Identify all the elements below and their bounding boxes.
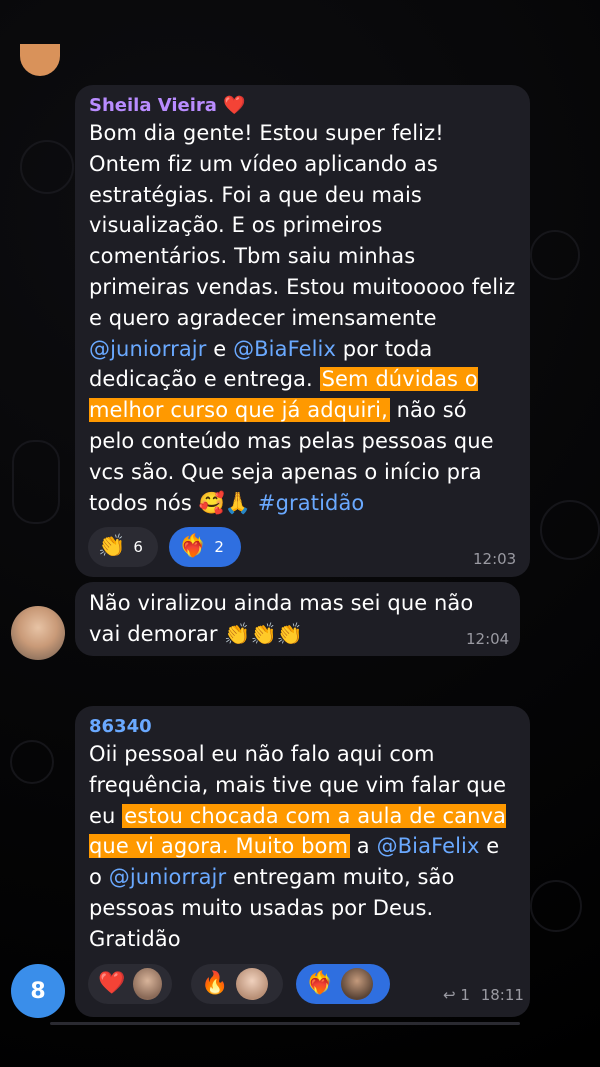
- reply-arrow-icon: ↩︎: [443, 986, 456, 1004]
- reaction-fire[interactable]: 🔥: [191, 964, 283, 1004]
- wallpaper-doodle: [20, 140, 74, 194]
- heart-on-fire-icon: ❤️‍🔥: [306, 971, 334, 996]
- reply-count: 1: [460, 986, 470, 1004]
- reaction-clap[interactable]: 👏 6: [88, 527, 158, 567]
- reaction-heart-fire[interactable]: ❤️‍🔥: [296, 964, 390, 1004]
- fire-icon: 🔥: [201, 971, 229, 996]
- reaction-count: 2: [214, 538, 224, 556]
- avatar[interactable]: [11, 606, 65, 660]
- message-time: 18:11: [480, 986, 524, 1004]
- heart-emoji: ❤️: [223, 95, 246, 116]
- reaction-count: 6: [133, 538, 143, 556]
- wallpaper-doodle: [12, 440, 60, 524]
- message-time: 12:03: [473, 550, 517, 568]
- message-time: 12:04: [466, 630, 510, 648]
- message-bubble[interactable]: Não viralizou ainda mas sei que não vai …: [75, 582, 520, 656]
- reactor-avatar: [236, 968, 269, 1000]
- clap-icon: 👏: [98, 534, 126, 559]
- mention-link[interactable]: @BiaFelix: [377, 834, 480, 858]
- message-text: Oii pessoal eu não falo aqui com frequên…: [89, 742, 507, 951]
- wallpaper-doodle: [10, 740, 54, 784]
- message-text: Não viralizou ainda mas sei que não vai …: [89, 591, 474, 646]
- reactor-avatar: [133, 968, 162, 1000]
- reactor-avatar: [341, 968, 374, 1000]
- sender-name[interactable]: Sheila Vieira ❤️: [89, 95, 516, 116]
- message-text: Bom dia gente! Estou super feliz! Ontem …: [89, 121, 516, 515]
- reaction-heart-fire[interactable]: ❤️‍🔥 2: [169, 527, 241, 567]
- mention-link[interactable]: @BiaFelix: [233, 337, 336, 361]
- mention-link[interactable]: @juniorrajr: [109, 865, 226, 889]
- reply-indicator[interactable]: ↩︎ 1 18:11: [443, 986, 524, 1004]
- message-bubble[interactable]: Sheila Vieira ❤️ Bom dia gente! Estou su…: [75, 85, 530, 577]
- wallpaper-doodle: [530, 230, 580, 280]
- bottom-divider: [50, 1022, 520, 1025]
- mention-link[interactable]: @juniorrajr: [89, 337, 206, 361]
- sender-name[interactable]: 86340: [89, 716, 516, 737]
- heart-on-fire-icon: ❤️‍🔥: [179, 534, 207, 559]
- heart-icon: ❤️: [98, 971, 126, 996]
- wallpaper-doodle: [540, 500, 600, 560]
- unread-count-badge[interactable]: 8: [11, 964, 65, 1018]
- hashtag-link[interactable]: #gratidão: [258, 491, 364, 515]
- reaction-heart[interactable]: ❤️: [88, 964, 172, 1004]
- wallpaper-doodle: [530, 880, 582, 932]
